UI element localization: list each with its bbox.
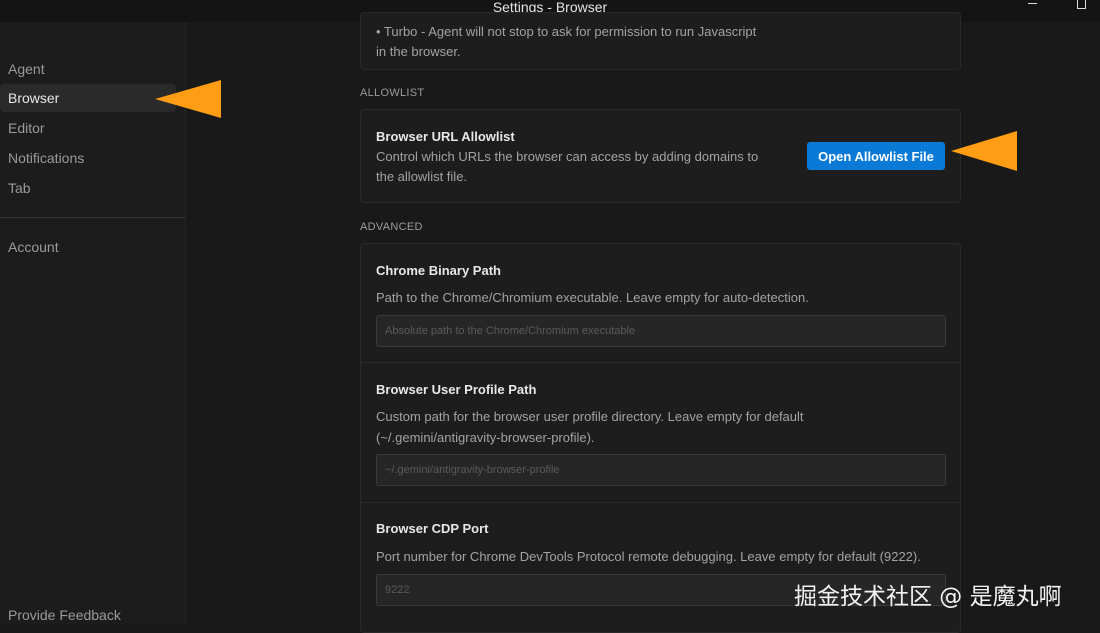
profile-path-input[interactable] (376, 454, 946, 486)
profile-path-title: Browser User Profile Path (376, 382, 537, 397)
sidebar-item-notifications[interactable]: Notifications (0, 144, 176, 172)
advanced-card: Chrome Binary Path Path to the Chrome/Ch… (360, 243, 961, 633)
turbo-description-cont: in the browser. (376, 44, 461, 59)
section-label-allowlist: ALLOWLIST (360, 87, 425, 99)
cdp-port-title: Browser CDP Port (376, 521, 489, 536)
annotation-arrow-icon (951, 131, 1017, 171)
sidebar-item-account[interactable]: Account (0, 233, 176, 261)
section-label-advanced: ADVANCED (360, 221, 423, 233)
row-divider (361, 502, 960, 503)
profile-path-description-cont: (~/.gemini/antigravity-browser-profile). (376, 430, 595, 445)
profile-path-description: Custom path for the browser user profile… (376, 409, 804, 424)
sidebar-item-agent[interactable]: Agent (0, 55, 176, 83)
allowlist-description: Control which URLs the browser can acces… (376, 149, 759, 164)
sidebar-item-tab[interactable]: Tab (0, 174, 176, 202)
allowlist-card: Browser URL Allowlist Control which URLs… (360, 109, 961, 203)
sidebar-item-browser[interactable]: Browser (0, 84, 176, 112)
chrome-binary-path-input[interactable] (376, 315, 946, 347)
sidebar-divider (0, 217, 186, 218)
maximize-icon[interactable] (1077, 0, 1086, 9)
cdp-port-description: Port number for Chrome DevTools Protocol… (376, 549, 921, 564)
row-divider (361, 362, 960, 363)
settings-content: • Turbo - Agent will not stop to ask for… (187, 12, 1100, 633)
chrome-binary-title: Chrome Binary Path (376, 263, 501, 278)
chrome-binary-description: Path to the Chrome/Chromium executable. … (376, 290, 809, 305)
provide-feedback-link[interactable]: Provide Feedback (8, 607, 121, 623)
minimize-icon[interactable] (1028, 3, 1037, 4)
watermark-text: 掘金技术社区 @ 是魔丸啊 (794, 584, 1062, 610)
allowlist-title: Browser URL Allowlist (376, 129, 515, 144)
open-allowlist-file-button[interactable]: Open Allowlist File (807, 142, 945, 170)
sidebar-item-editor[interactable]: Editor (0, 114, 176, 142)
top-card: • Turbo - Agent will not stop to ask for… (360, 12, 961, 70)
allowlist-description-cont: the allowlist file. (376, 169, 468, 184)
turbo-description: • Turbo - Agent will not stop to ask for… (376, 24, 757, 39)
